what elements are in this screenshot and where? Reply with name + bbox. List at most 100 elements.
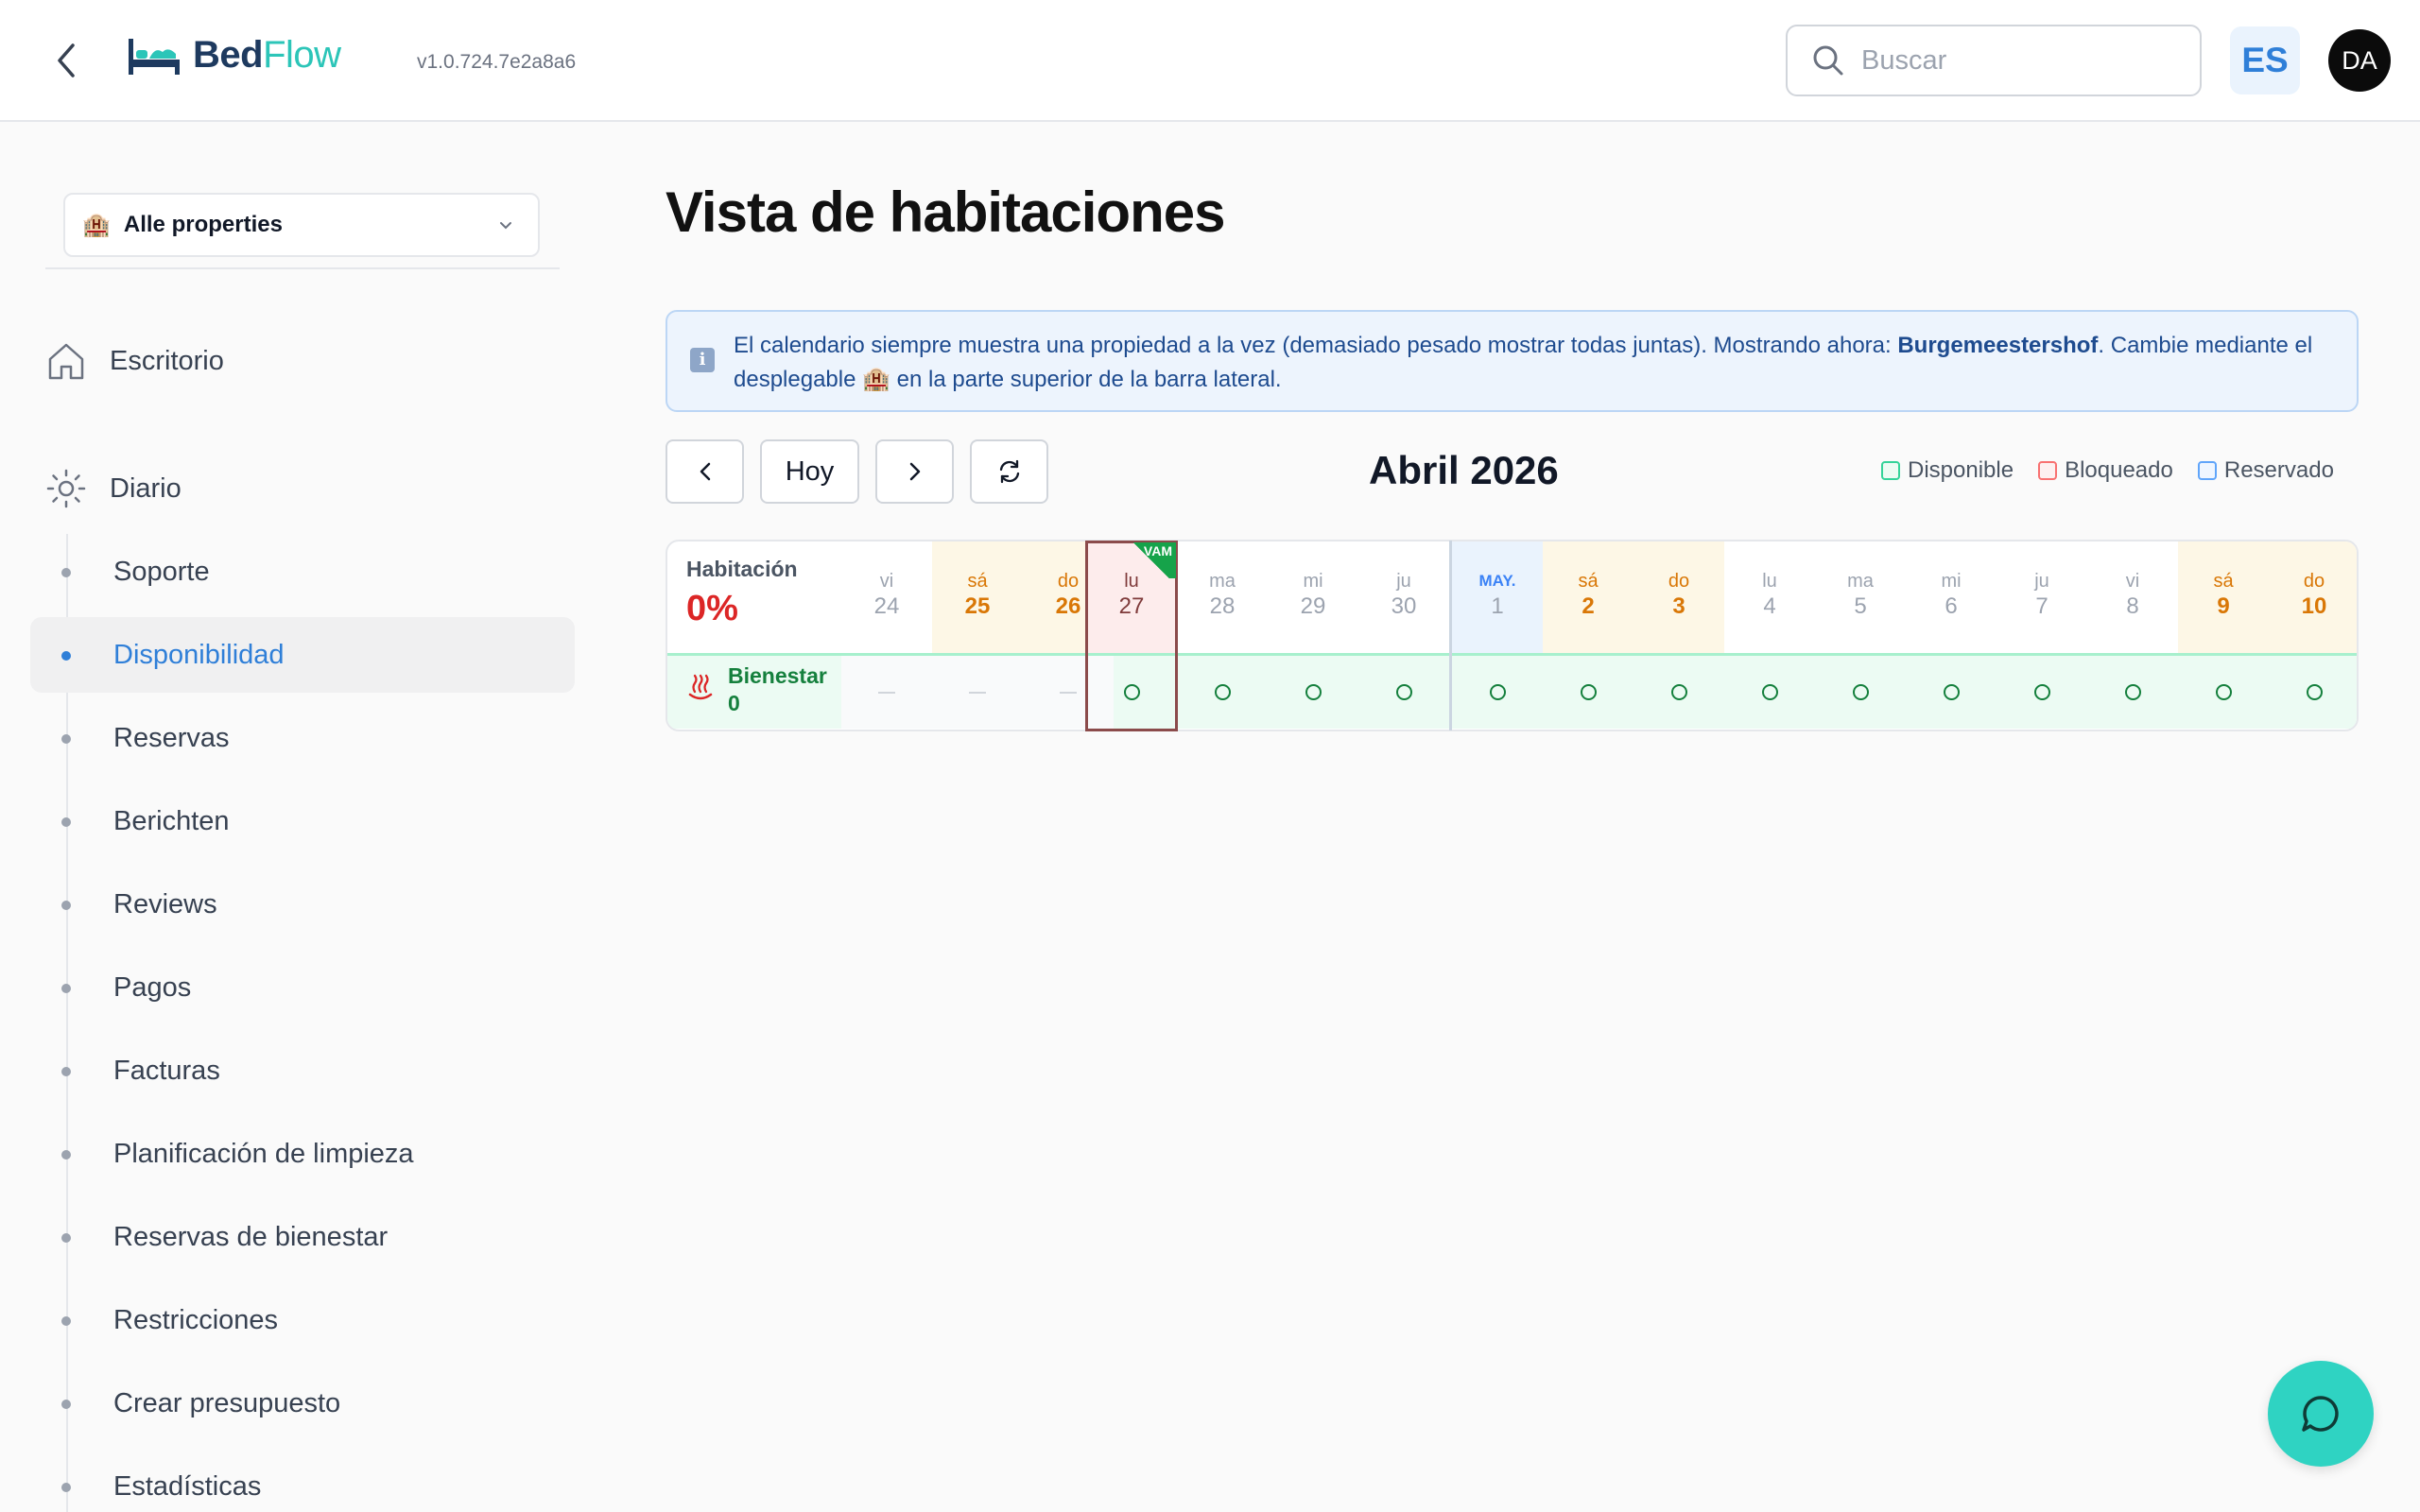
bed-icon xyxy=(129,38,180,75)
unavailable-dash xyxy=(878,691,895,694)
page-title: Vista de habitaciones xyxy=(666,180,1225,244)
property-select-label: Alle properties xyxy=(123,212,283,237)
day-header: ma 5 xyxy=(1815,541,1906,653)
sidebar-item-soporte[interactable]: Soporte xyxy=(30,534,575,610)
day-number: 7 xyxy=(2035,593,2048,619)
availability-cell[interactable] xyxy=(1906,656,1996,729)
weekday: mi xyxy=(1303,571,1323,592)
availability-cell[interactable] xyxy=(1177,656,1268,729)
day-number: 8 xyxy=(2126,593,2139,619)
availability-cell-past xyxy=(841,656,932,729)
day-number: 10 xyxy=(2301,593,2327,619)
availability-cell[interactable] xyxy=(2269,656,2357,729)
available-marker xyxy=(2033,684,2050,700)
day-number: 4 xyxy=(1763,593,1776,619)
availability-cell-past xyxy=(932,656,1023,729)
weekday: do xyxy=(1668,571,1690,592)
user-avatar[interactable]: DA xyxy=(2328,29,2391,92)
day-number: 5 xyxy=(1854,593,1867,619)
chevron-left-icon xyxy=(700,462,710,481)
availability-cell[interactable] xyxy=(2178,656,2269,729)
search-box[interactable] xyxy=(1786,25,2202,96)
availability-cell[interactable] xyxy=(1358,656,1449,729)
sidebar-item-reservas-bienestar[interactable]: Reservas de bienestar xyxy=(30,1199,575,1275)
sidebar-item-planificacion[interactable]: Planificación de limpieza xyxy=(30,1116,575,1192)
bullet xyxy=(61,1150,71,1160)
sidebar-item-label: Pagos xyxy=(113,971,192,1003)
day-number: 24 xyxy=(873,593,900,619)
sidebar-item-restricciones[interactable]: Restricciones xyxy=(30,1282,575,1358)
chevron-down-icon xyxy=(500,222,511,230)
room-name[interactable]: Bienestar xyxy=(728,663,827,689)
bullet xyxy=(61,901,71,910)
room-count: 0 xyxy=(728,691,740,715)
month-separator xyxy=(1449,541,1452,730)
day-header: ju 7 xyxy=(1996,541,2087,653)
sidebar-item-label: Crear presupuesto xyxy=(113,1387,341,1418)
availability-calendar: Habitación 0% Bienestar 0 vi 24 sá 25 do 26… xyxy=(666,540,2359,731)
sidebar-item-label: Estadísticas xyxy=(113,1471,262,1502)
chat-button[interactable] xyxy=(2268,1361,2374,1467)
availability-cell[interactable] xyxy=(1634,656,1724,729)
sidebar-item-crear-presupuesto[interactable]: Crear presupuesto xyxy=(30,1366,575,1441)
sidebar-item-label: Restricciones xyxy=(113,1304,279,1335)
availability-cell[interactable] xyxy=(2087,656,2178,729)
legend-swatch xyxy=(2197,461,2217,480)
sidebar-item-label: Berichten xyxy=(113,805,230,836)
sidebar-item-label: Planificación de limpieza xyxy=(113,1138,414,1169)
availability-cell[interactable] xyxy=(1543,656,1634,729)
sidebar-item-label: Reviews xyxy=(113,888,217,919)
sidebar-item-reviews[interactable]: Reviews xyxy=(30,867,575,942)
sidebar-item-reservas[interactable]: Reservas xyxy=(30,700,575,776)
bullet xyxy=(61,734,71,744)
sidebar-item-berichten[interactable]: Berichten xyxy=(30,783,575,859)
available-marker xyxy=(1489,684,1506,700)
day-header: mi 6 xyxy=(1906,541,1996,653)
available-marker xyxy=(1305,684,1322,700)
today-corner-tag: VAM xyxy=(1127,542,1176,578)
availability-cell[interactable] xyxy=(1268,656,1358,729)
app-logo[interactable]: BedFlow xyxy=(127,34,341,77)
sidebar-item-pagos[interactable]: Pagos xyxy=(30,950,575,1025)
today-button[interactable]: Hoy xyxy=(760,439,859,504)
available-marker xyxy=(1580,684,1597,700)
day-number: 3 xyxy=(1672,593,1685,619)
day-header: do 10 xyxy=(2269,541,2357,653)
day-header-month-start: MAY. 1 xyxy=(1452,541,1543,653)
day-header: sá 9 xyxy=(2178,541,2269,653)
day-header: do 3 xyxy=(1634,541,1724,653)
day-number: 9 xyxy=(2217,593,2230,619)
refresh-button[interactable] xyxy=(970,439,1048,504)
weekday: do xyxy=(1057,571,1080,592)
prev-month-button[interactable] xyxy=(666,439,744,504)
day-header: sá 2 xyxy=(1543,541,1634,653)
day-header: ma 28 xyxy=(1177,541,1268,653)
legend-label: Bloqueado xyxy=(2065,457,2173,483)
next-month-button[interactable] xyxy=(875,439,954,504)
back-button[interactable] xyxy=(47,42,85,79)
availability-cell[interactable] xyxy=(1452,656,1543,729)
search-icon xyxy=(1813,45,1843,76)
available-marker xyxy=(1761,684,1778,700)
bullet xyxy=(61,1067,71,1076)
legend-swatch xyxy=(2038,461,2058,480)
unavailable-dash xyxy=(1060,691,1077,694)
sidebar-item-diario[interactable]: Diario xyxy=(45,468,182,509)
language-button[interactable]: ES xyxy=(2230,26,2300,94)
weekday: sá xyxy=(2213,571,2234,592)
day-number: 26 xyxy=(1055,593,1081,619)
day-header: ju 30 xyxy=(1358,541,1449,653)
chevron-right-icon xyxy=(909,462,920,481)
availability-cell[interactable] xyxy=(1996,656,2087,729)
sidebar-item-escritorio[interactable]: Escritorio xyxy=(45,340,224,382)
legend-swatch xyxy=(1881,461,1900,480)
availability-cell[interactable] xyxy=(1815,656,1906,729)
day-header: mi 29 xyxy=(1268,541,1358,653)
sidebar-item-facturas[interactable]: Facturas xyxy=(30,1033,575,1108)
sidebar-item-disponibilidad[interactable]: Disponibilidad xyxy=(30,617,575,693)
search-input[interactable] xyxy=(1861,44,2145,77)
sidebar-item-estadisticas[interactable]: Estadísticas xyxy=(30,1449,575,1512)
availability-cell[interactable] xyxy=(1724,656,1815,729)
property-select[interactable]: 🏨 Alle properties xyxy=(63,193,540,257)
bullet xyxy=(61,984,71,993)
